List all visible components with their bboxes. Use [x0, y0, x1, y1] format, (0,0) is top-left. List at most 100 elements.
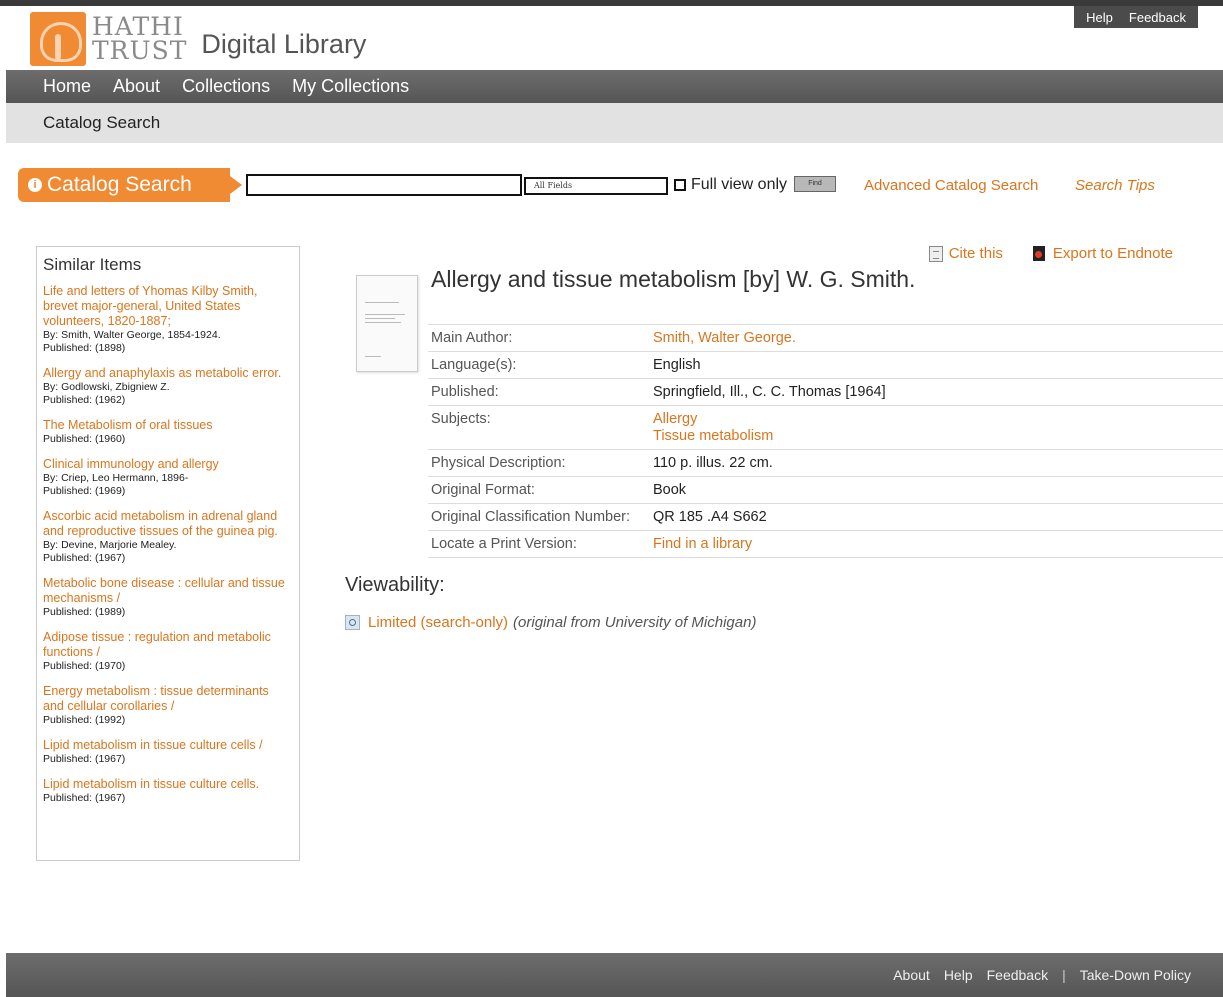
table-row: Physical Description: 110 p. illus. 22 c…	[428, 449, 1223, 477]
similar-item-published: Published: (1967)	[43, 753, 126, 765]
cite-this-link[interactable]: Cite this	[928, 245, 1003, 262]
original-source: (original from University of Michigan)	[513, 614, 757, 631]
site-header: HATHI TRUST Digital Library	[0, 6, 1223, 70]
catalog-search-label: i Catalog Search	[18, 168, 242, 202]
similar-item-title[interactable]: Adipose tissue : regulation and metaboli…	[43, 630, 293, 660]
advanced-search-link[interactable]: Advanced Catalog Search	[864, 177, 1038, 194]
similar-item: Metabolic bone disease : cellular and ti…	[43, 576, 293, 619]
similar-item: Lipid metabolism in tissue culture cells…	[43, 738, 293, 766]
logo-line-trust: TRUST	[92, 36, 188, 65]
search-input[interactable]	[246, 174, 522, 196]
similar-item-title[interactable]: Lipid metabolism in tissue culture cells…	[43, 738, 293, 753]
similar-item-published: Published: (1970)	[43, 660, 126, 672]
record-title: Allergy and tissue metabolism [by] W. G.…	[431, 266, 916, 292]
full-view-checkbox[interactable]	[674, 179, 686, 191]
info-icon[interactable]: i	[28, 178, 42, 192]
subjects-label: Subjects:	[428, 405, 650, 450]
full-view-toggle[interactable]: Full view only	[674, 176, 787, 194]
footer-help-link[interactable]: Help	[944, 967, 973, 983]
similar-item-published: Published: (1967)	[43, 552, 126, 564]
similar-item-author: By: Devine, Marjorie Mealey.	[43, 539, 177, 551]
similar-item: Adipose tissue : regulation and metaboli…	[43, 630, 293, 673]
footer-takedown-link[interactable]: Take-Down Policy	[1080, 967, 1191, 983]
main-navigation: Home About Collections My Collections	[6, 70, 1223, 103]
cite-this-label: Cite this	[948, 245, 1003, 262]
similar-item-published: Published: (1992)	[43, 714, 126, 726]
similar-item-author: By: Criep, Leo Hermann, 1896-	[43, 472, 189, 484]
similar-item-published: Published: (1969)	[43, 485, 126, 497]
viewability-entry: Limited (search-only) (original from Uni…	[345, 614, 756, 631]
search-field-select[interactable]: All Fields	[524, 177, 668, 195]
subject-link-allergy[interactable]: Allergy	[653, 411, 1220, 428]
similar-item-title[interactable]: Energy metabolism : tissue determinants …	[43, 684, 293, 714]
feedback-link[interactable]: Feedback	[1129, 10, 1186, 25]
similar-item-author: By: Godlowski, Zbigniew Z.	[43, 381, 170, 393]
hathitrust-logo[interactable]: HATHI TRUST Digital Library	[30, 12, 366, 66]
footer-about-link[interactable]: About	[893, 967, 930, 983]
logo-wordmark: HATHI TRUST	[92, 14, 188, 65]
physical-description-value: 110 p. illus. 22 cm.	[650, 449, 1223, 477]
similar-item-title[interactable]: Allergy and anaphylaxis as metabolic err…	[43, 366, 293, 381]
similar-item-published: Published: (1989)	[43, 606, 126, 618]
catalog-search-label-text: Catalog Search	[47, 173, 192, 196]
record-details-table: Main Author: Smith, Walter George. Langu…	[428, 324, 1223, 558]
similar-items-panel: Similar Items Life and letters of Yhomas…	[36, 246, 300, 861]
classification-label: Original Classification Number:	[428, 503, 650, 531]
catalog-search-bar: i Catalog Search All Fields Full view on…	[18, 168, 1218, 202]
language-value: English	[650, 351, 1223, 379]
table-row: Original Classification Number: QR 185 .…	[428, 503, 1223, 531]
main-author-label: Main Author:	[428, 324, 650, 352]
search-tips-link[interactable]: Search Tips	[1075, 177, 1155, 194]
subject-link-tissue-metabolism[interactable]: Tissue metabolism	[653, 428, 1220, 445]
export-endnote-label: Export to Endnote	[1052, 245, 1173, 262]
viewability-heading: Viewability:	[345, 574, 445, 596]
nav-about[interactable]: About	[113, 76, 160, 97]
footer-separator: |	[1062, 967, 1066, 983]
language-label: Language(s):	[428, 351, 650, 379]
physical-description-label: Physical Description:	[428, 449, 650, 477]
locate-print-label: Locate a Print Version:	[428, 530, 650, 558]
similar-item: Ascorbic acid metabolism in adrenal glan…	[43, 509, 293, 565]
help-link[interactable]: Help	[1086, 10, 1113, 25]
logo-subtitle: Digital Library	[201, 28, 367, 59]
table-row: Original Format: Book	[428, 476, 1223, 504]
similar-items-heading: Similar Items	[43, 255, 142, 274]
arrow-right-icon	[230, 176, 242, 194]
footer-feedback-link[interactable]: Feedback	[987, 967, 1048, 983]
published-label: Published:	[428, 378, 650, 406]
nav-collections[interactable]: Collections	[182, 76, 270, 97]
similar-item-published: Published: (1962)	[43, 394, 126, 406]
published-value: Springfield, Ill., C. C. Thomas [1964]	[650, 378, 1223, 406]
similar-item-author: By: Smith, Walter George, 1854-1924.	[43, 329, 221, 341]
find-in-library-link[interactable]: Find in a library	[653, 536, 752, 552]
similar-item-title[interactable]: Ascorbic acid metabolism in adrenal glan…	[43, 509, 293, 539]
similar-item-title[interactable]: Lipid metabolism in tissue culture cells…	[43, 777, 293, 792]
table-row: Published: Springfield, Ill., C. C. Thom…	[428, 378, 1223, 406]
table-row: Locate a Print Version: Find in a librar…	[428, 530, 1223, 558]
table-row: Main Author: Smith, Walter George.	[428, 324, 1223, 352]
book-cover-thumbnail[interactable]	[356, 275, 418, 372]
full-view-label: Full view only	[691, 176, 788, 193]
original-format-value: Book	[650, 476, 1223, 504]
site-footer: About Help Feedback | Take-Down Policy	[6, 953, 1223, 997]
similar-item-title[interactable]: Life and letters of Yhomas Kilby Smith, …	[43, 284, 293, 329]
table-row: Subjects: Allergy Tissue metabolism	[428, 405, 1223, 450]
limited-search-only-link[interactable]: Limited (search-only)	[368, 614, 508, 631]
original-format-label: Original Format:	[428, 476, 650, 504]
export-endnote-link[interactable]: Export to Endnote	[1032, 245, 1173, 262]
main-author-link[interactable]: Smith, Walter George.	[653, 330, 796, 346]
similar-item-published: Published: (1898)	[43, 342, 126, 354]
elephant-logo-icon	[30, 12, 86, 66]
similar-item-title[interactable]: The Metabolism of oral tissues	[43, 418, 293, 433]
nav-home[interactable]: Home	[43, 76, 91, 97]
similar-item-published: Published: (1960)	[43, 433, 126, 445]
nav-my-collections[interactable]: My Collections	[292, 76, 409, 97]
find-button[interactable]: Find	[794, 176, 836, 192]
subnav-catalog-search[interactable]: Catalog Search	[43, 113, 160, 133]
similar-item: Energy metabolism : tissue determinants …	[43, 684, 293, 727]
similar-item-title[interactable]: Metabolic bone disease : cellular and ti…	[43, 576, 293, 606]
similar-item: Life and letters of Yhomas Kilby Smith, …	[43, 284, 293, 355]
similar-item-title[interactable]: Clinical immunology and allergy	[43, 457, 293, 472]
document-icon	[928, 245, 943, 262]
record-tools: Cite this Export to Endnote	[928, 245, 1173, 262]
